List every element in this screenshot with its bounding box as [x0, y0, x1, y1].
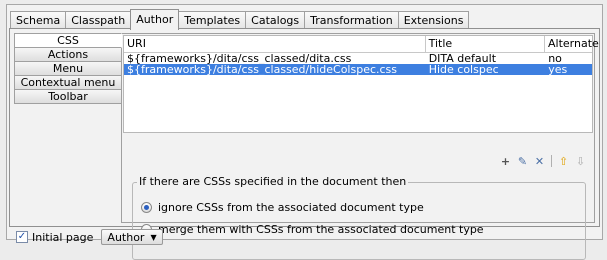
initial-page-select[interactable]: Author ▼: [101, 229, 163, 245]
add-icon[interactable]: +: [500, 156, 511, 167]
option-ignore-css[interactable]: ignore CSSs from the associated document…: [141, 201, 424, 214]
table-row-selected[interactable]: ${frameworks}/dita/css_classed/hideColsp…: [124, 64, 592, 75]
side-tab-menu[interactable]: Menu: [14, 61, 122, 76]
move-up-icon[interactable]: ⇧: [558, 156, 569, 167]
cell-uri: ${frameworks}/dita/css_classed/dita.css: [127, 53, 352, 64]
side-tab-list: CSS Actions Menu Contextual menu Toolbar: [14, 33, 122, 104]
cell-uri: ${frameworks}/dita/css_classed/hideColsp…: [127, 64, 398, 75]
side-tab-toolbar[interactable]: Toolbar: [14, 89, 122, 104]
side-tab-css[interactable]: CSS: [14, 33, 122, 48]
bottom-bar: ✓ Initial page Author ▼: [16, 229, 163, 245]
side-tab-contextual-menu[interactable]: Contextual menu: [14, 75, 122, 90]
top-tab-bar: Schema Classpath Author Templates Catalo…: [10, 9, 470, 30]
table-row[interactable]: ${frameworks}/dita/css_classed/dita.css …: [124, 53, 592, 64]
radio-ignore-css[interactable]: [141, 202, 152, 213]
author-tab-panel: CSS Actions Menu Contextual menu Toolbar…: [9, 28, 600, 260]
cell-title: Hide colspec: [428, 64, 499, 75]
option-merge-css[interactable]: merge them with CSSs from the associated…: [141, 223, 484, 236]
css-merge-options-group: If there are CSSs specified in the docum…: [132, 175, 586, 260]
initial-page-checkbox[interactable]: ✓: [16, 231, 28, 243]
column-header-uri[interactable]: URI: [124, 36, 426, 52]
initial-page-label: Initial page: [32, 230, 94, 244]
cell-title: DITA default: [428, 53, 497, 64]
table-toolbar: + ✎ ✕ ⇧ ⇩: [500, 155, 586, 167]
tab-author[interactable]: Author: [130, 9, 180, 30]
column-header-title[interactable]: Title: [426, 36, 545, 52]
initial-page-select-value: Author: [107, 230, 145, 244]
group-legend: If there are CSSs specified in the docum…: [137, 175, 409, 189]
chevron-down-icon: ▼: [150, 232, 157, 242]
toolbar-separator: [551, 155, 552, 167]
css-settings-content: URI Title Alternate ${frameworks}/dita/c…: [121, 33, 599, 260]
cell-alternate: yes: [548, 64, 568, 75]
column-header-alternate[interactable]: Alternate: [545, 36, 599, 52]
css-table[interactable]: URI Title Alternate ${frameworks}/dita/c…: [123, 35, 599, 133]
option-merge-css-label: merge them with CSSs from the associated…: [158, 223, 484, 236]
delete-icon[interactable]: ✕: [534, 156, 545, 167]
edit-icon[interactable]: ✎: [517, 156, 528, 167]
table-header: URI Title Alternate: [124, 36, 599, 53]
side-tab-actions[interactable]: Actions: [14, 47, 122, 62]
move-down-icon[interactable]: ⇩: [575, 156, 586, 167]
cell-alternate: no: [548, 53, 562, 64]
preferences-panel: Schema Classpath Author Templates Catalo…: [6, 4, 603, 260]
option-ignore-css-label: ignore CSSs from the associated document…: [158, 201, 424, 214]
